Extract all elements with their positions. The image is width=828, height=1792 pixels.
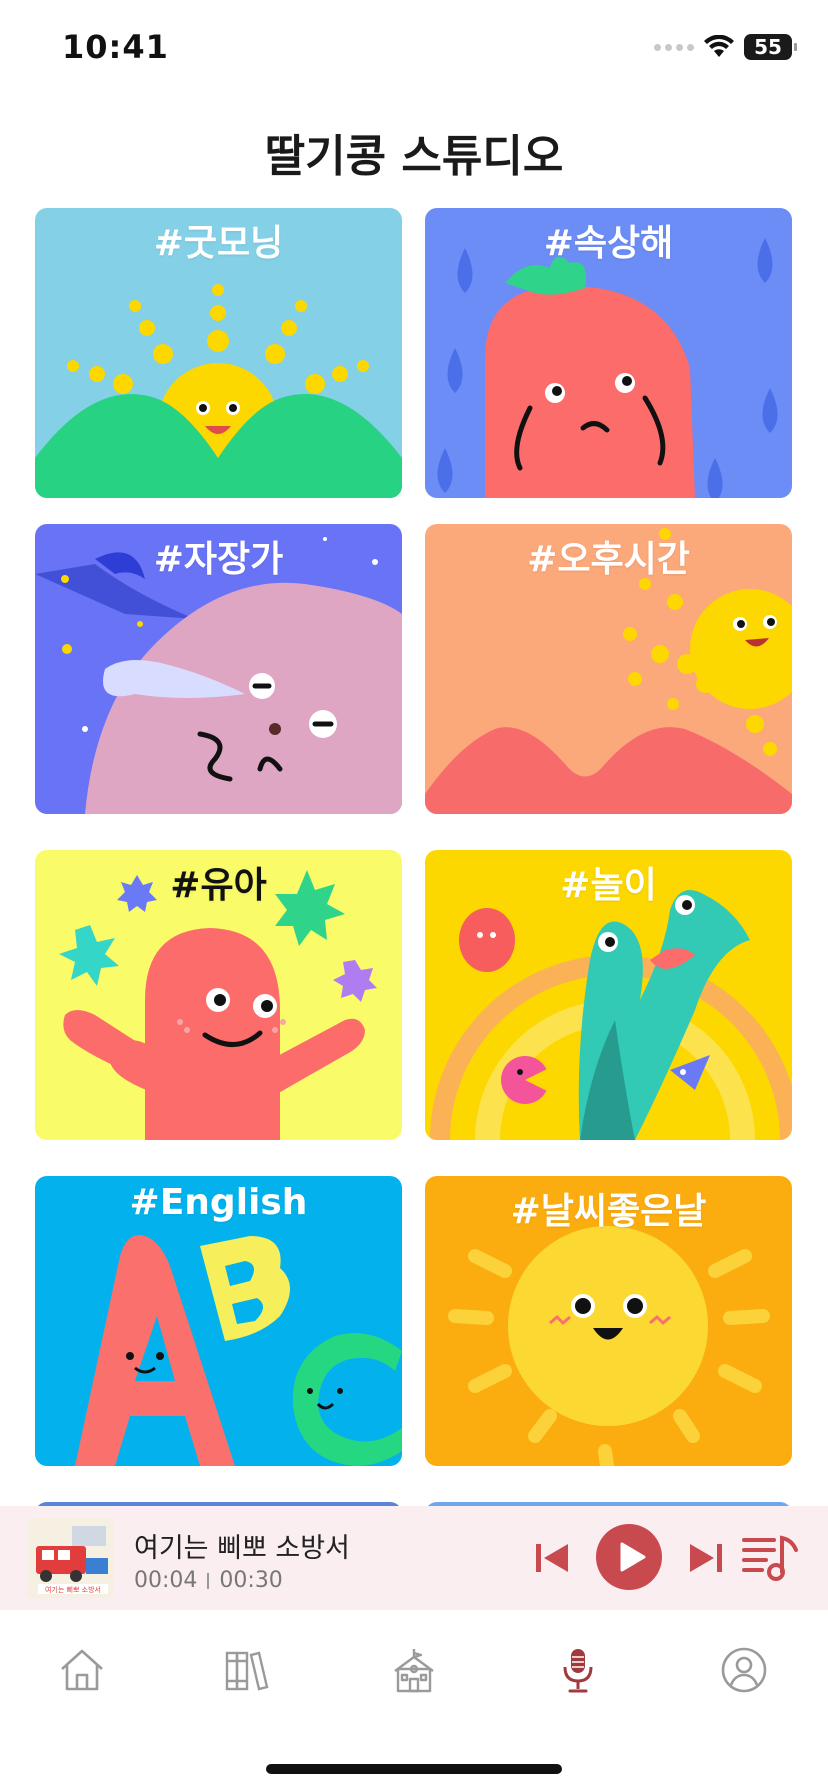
- category-label: #유아: [170, 865, 267, 906]
- song-time: 00:04 00:30: [134, 1568, 283, 1593]
- category-label: #자장가: [153, 539, 284, 580]
- album-art: 여기는 삐뽀 소방서: [28, 1518, 114, 1598]
- play-button[interactable]: [596, 1524, 662, 1590]
- home-icon: [61, 1649, 103, 1691]
- signal-icon: [654, 43, 694, 51]
- category-card-lullaby[interactable]: #자장가: [35, 524, 402, 814]
- status-bar: 10:41 55: [0, 0, 828, 100]
- playlist-icon[interactable]: [740, 1532, 800, 1584]
- books-icon: [225, 1651, 269, 1691]
- tab-home[interactable]: [52, 1640, 112, 1700]
- profile-icon: [721, 1647, 767, 1693]
- category-label: #굿모닝: [153, 223, 284, 264]
- status-icons: 55: [654, 34, 797, 60]
- page-title: 딸기콩 스튜디오: [264, 131, 564, 182]
- previous-track-icon[interactable]: [536, 1540, 570, 1576]
- microphone-icon: [563, 1649, 593, 1693]
- category-grid: #굿모닝 #속상해 #자장가 #오후시간 #유아 #놀이 #English #날…: [35, 208, 793, 1508]
- category-label: #속상해: [543, 223, 674, 264]
- tab-library[interactable]: [218, 1640, 278, 1700]
- category-label: #English: [129, 1182, 308, 1223]
- song-title: 여기는 삐뽀 소방서: [134, 1533, 350, 1564]
- battery-icon: 55: [744, 34, 797, 60]
- mini-player[interactable]: 여기는 삐뽀 소방서 여기는 삐뽀 소방서 00:04 00:30: [0, 1506, 828, 1610]
- category-card-good-morning[interactable]: #굿모닝: [35, 208, 402, 498]
- category-label: #놀이: [560, 865, 657, 906]
- school-icon: [394, 1649, 434, 1693]
- wifi-icon: [704, 35, 734, 57]
- tab-school[interactable]: [384, 1640, 444, 1700]
- category-card-toddler[interactable]: #유아: [35, 850, 402, 1140]
- elapsed-time: 00:04: [134, 1568, 198, 1593]
- play-icon: [620, 1542, 646, 1572]
- tab-profile[interactable]: [714, 1640, 774, 1700]
- screen: 10:41 55 딸기콩 스튜디오 #굿모닝 #속상해 #자장가 #오후시간 #…: [0, 0, 828, 1792]
- category-label: #오후시간: [527, 539, 690, 580]
- category-card-upset[interactable]: #속상해: [425, 208, 792, 498]
- category-card-sunny-day[interactable]: #날씨좋은날: [425, 1176, 792, 1466]
- time-separator: [207, 1572, 210, 1589]
- next-track-icon[interactable]: [688, 1540, 722, 1576]
- home-indicator: [266, 1764, 562, 1774]
- tab-studio[interactable]: [548, 1640, 608, 1700]
- status-time: 10:41: [62, 28, 169, 66]
- category-card-play[interactable]: #놀이: [425, 850, 792, 1140]
- album-caption: 여기는 삐뽀 소방서: [45, 1585, 101, 1594]
- category-label: #날씨좋은날: [510, 1191, 707, 1232]
- category-card-afternoon[interactable]: #오후시간: [425, 524, 792, 814]
- total-time: 00:30: [219, 1568, 283, 1593]
- category-card-english[interactable]: #English: [35, 1176, 402, 1466]
